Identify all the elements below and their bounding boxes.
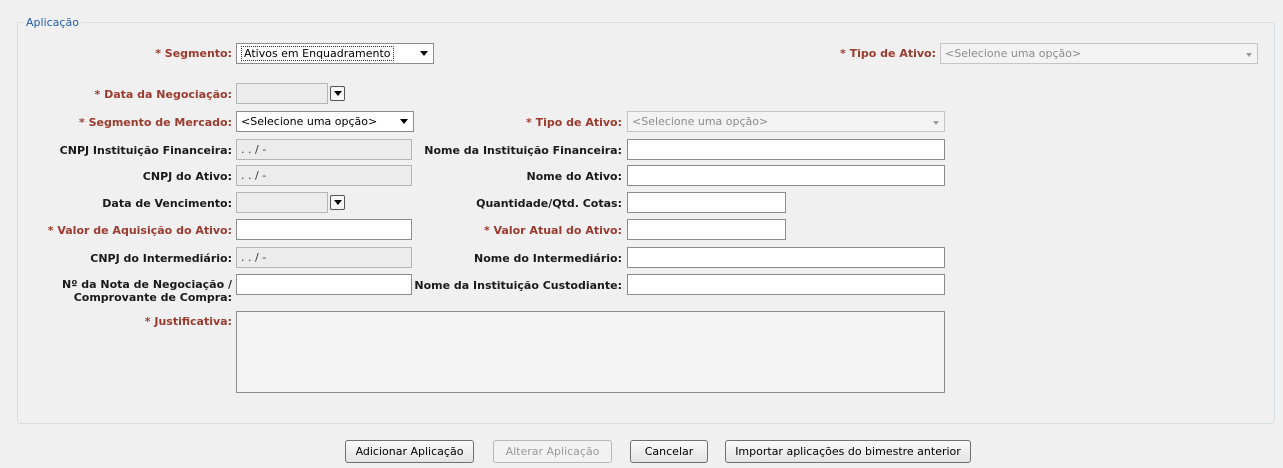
tipo-ativo-value: <Selecione uma opção> xyxy=(632,115,769,128)
alterar-aplicacao-button[interactable]: Alterar Aplicação xyxy=(493,440,612,463)
chevron-down-icon xyxy=(334,91,342,96)
nome-instituicao-input[interactable] xyxy=(627,139,945,160)
data-vencimento-input[interactable] xyxy=(236,192,328,213)
cnpj-instituicao-label: CNPJ Instituição Financeira: xyxy=(59,144,232,157)
nome-custodiante-label: Nome da Instituição Custodiante: xyxy=(414,279,622,292)
tipo-ativo-top-label: * Tipo de Ativo: xyxy=(840,47,936,60)
valor-aquisicao-label: * Valor de Aquisição do Ativo: xyxy=(47,224,232,237)
nome-ativo-input[interactable] xyxy=(627,165,945,186)
nota-negociacao-label: Nº da Nota de Negociação / Comprovante d… xyxy=(62,278,232,304)
segmento-label: * Segmento: xyxy=(155,47,232,60)
chevron-down-icon xyxy=(1246,53,1252,57)
quantidade-label: Quantidade/Qtd. Cotas: xyxy=(476,197,622,210)
cnpj-instituicao-input[interactable]: . . / - xyxy=(236,139,412,160)
tipo-ativo-top-select[interactable]: <Selecione uma opção> xyxy=(940,43,1258,64)
adicionar-aplicacao-button[interactable]: Adicionar Aplicação xyxy=(345,440,474,463)
section-title: Aplicação xyxy=(26,16,79,29)
data-negociacao-calendar-button[interactable] xyxy=(330,86,345,101)
tipo-ativo-label: * Tipo de Ativo: xyxy=(526,116,622,129)
nota-negociacao-input[interactable] xyxy=(236,274,412,295)
tipo-ativo-top-value: <Selecione uma opção> xyxy=(945,47,1082,60)
nome-custodiante-input[interactable] xyxy=(627,274,945,295)
valor-atual-label: * Valor Atual do Ativo: xyxy=(483,224,622,237)
data-vencimento-label: Data de Vencimento: xyxy=(102,197,232,210)
nome-intermediario-label: Nome do Intermediário: xyxy=(474,252,622,265)
tipo-ativo-select[interactable]: <Selecione uma opção> xyxy=(627,111,945,132)
segmento-mercado-select[interactable]: <Selecione uma opção> xyxy=(236,111,414,132)
cnpj-intermediario-label: CNPJ do Intermediário: xyxy=(90,252,232,265)
cancelar-button[interactable]: Cancelar xyxy=(630,440,708,463)
data-vencimento-calendar-button[interactable] xyxy=(330,195,345,210)
segmento-value: Ativos em Enquadramento xyxy=(241,46,394,61)
nome-ativo-label: Nome do Ativo: xyxy=(526,170,622,183)
segmento-select[interactable]: Ativos em Enquadramento xyxy=(236,43,434,64)
chevron-down-icon xyxy=(420,51,428,56)
nome-instituicao-label: Nome da Instituição Financeira: xyxy=(424,144,622,157)
importar-aplicacoes-button[interactable]: Importar aplicações do bimestre anterior xyxy=(725,440,971,463)
chevron-down-icon xyxy=(933,121,939,125)
quantidade-input[interactable] xyxy=(627,192,786,213)
cnpj-ativo-label: CNPJ do Ativo: xyxy=(142,170,232,183)
segmento-mercado-value: <Selecione uma opção> xyxy=(241,115,378,128)
justificativa-textarea[interactable] xyxy=(236,311,945,393)
cnpj-ativo-input[interactable]: . . / - xyxy=(236,165,412,186)
data-negociacao-label: * Data da Negociação: xyxy=(94,88,232,101)
segmento-mercado-label: * Segmento de Mercado: xyxy=(78,116,232,129)
justificativa-label: * Justificativa: xyxy=(144,315,232,328)
valor-atual-input[interactable] xyxy=(627,219,786,240)
chevron-down-icon xyxy=(400,119,408,124)
cnpj-intermediario-input[interactable]: . . / - xyxy=(236,247,412,268)
valor-aquisicao-input[interactable] xyxy=(236,219,412,240)
nome-intermediario-input[interactable] xyxy=(627,247,945,268)
chevron-down-icon xyxy=(334,200,342,205)
data-negociacao-input[interactable] xyxy=(236,83,328,104)
